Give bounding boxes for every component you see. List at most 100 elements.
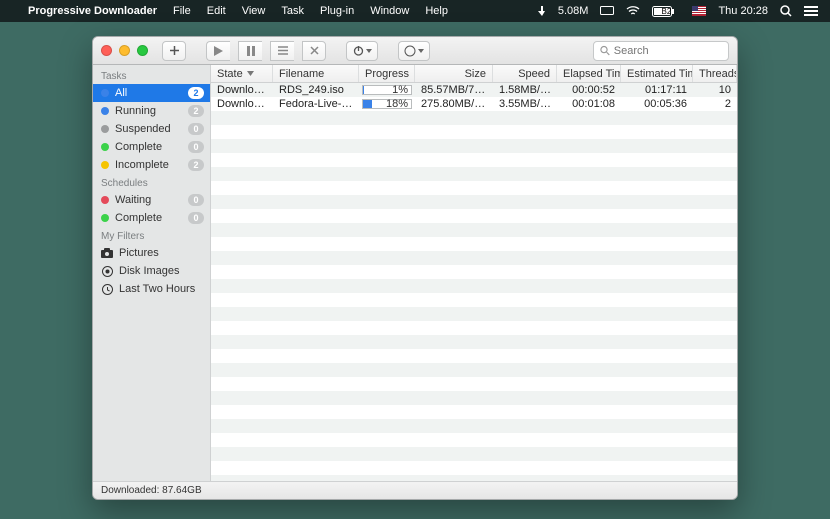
- sidebar-item[interactable]: Pictures: [93, 244, 210, 262]
- table-row[interactable]: [211, 279, 737, 293]
- download-indicator-icon[interactable]: [538, 6, 546, 16]
- table-row[interactable]: [211, 363, 737, 377]
- sidebar-item-label: Suspended: [115, 123, 182, 135]
- status-dot-icon: [101, 214, 109, 222]
- speed-dropdown[interactable]: [398, 41, 430, 61]
- start-button[interactable]: [206, 41, 230, 61]
- traffic-lights: [101, 45, 148, 56]
- disk-icon: [101, 265, 113, 277]
- status-dot-icon: [101, 89, 109, 97]
- add-button[interactable]: [162, 41, 186, 61]
- spotlight-icon[interactable]: [780, 5, 792, 17]
- app-name[interactable]: Progressive Downloader: [28, 5, 157, 17]
- remove-button[interactable]: [302, 41, 326, 61]
- table-row[interactable]: [211, 223, 737, 237]
- sidebar-item-label: Running: [115, 105, 182, 117]
- sidebar-section-header: Tasks: [93, 67, 210, 84]
- sidebar: TasksAll2Running2Suspended0Complete0Inco…: [93, 65, 211, 481]
- menu-edit[interactable]: Edit: [207, 5, 226, 17]
- search-field[interactable]: [593, 41, 729, 61]
- sidebar-item-label: Last Two Hours: [119, 283, 204, 295]
- menu-file[interactable]: File: [173, 5, 191, 17]
- table-row[interactable]: DownloadingRDS_249.iso1%85.57MB/7.3…1.58…: [211, 83, 737, 97]
- table-row[interactable]: [211, 321, 737, 335]
- menu-task[interactable]: Task: [281, 5, 304, 17]
- status-dot-icon: [101, 196, 109, 204]
- queue-button[interactable]: [270, 41, 294, 61]
- sidebar-item[interactable]: Suspended0: [93, 120, 210, 138]
- clock[interactable]: Thu 20:28: [718, 5, 768, 17]
- download-rate: 5.08M: [558, 5, 589, 17]
- sidebar-item[interactable]: Disk Images: [93, 262, 210, 280]
- table-row[interactable]: [211, 139, 737, 153]
- downloads-table[interactable]: DownloadingRDS_249.iso1%85.57MB/7.3…1.58…: [211, 83, 737, 481]
- sidebar-item-label: Pictures: [119, 247, 204, 259]
- table-row[interactable]: [211, 419, 737, 433]
- sidebar-item[interactable]: Waiting 0: [93, 191, 210, 209]
- search-icon: [600, 45, 610, 56]
- sidebar-item-label: Disk Images: [119, 265, 204, 277]
- table-row[interactable]: DownloadingFedora-Live-Workstation-x86_6…: [211, 97, 737, 111]
- sidebar-item[interactable]: Last Two Hours: [93, 280, 210, 298]
- table-row[interactable]: [211, 349, 737, 363]
- table-row[interactable]: [211, 391, 737, 405]
- menu-plugin[interactable]: Plug-in: [320, 5, 354, 17]
- search-input[interactable]: [614, 45, 722, 57]
- table-row[interactable]: [211, 251, 737, 265]
- menu-window[interactable]: Window: [370, 5, 409, 17]
- count-badge: 0: [188, 141, 204, 153]
- sidebar-item-label: Incomplete: [115, 159, 182, 171]
- count-badge: 2: [188, 87, 204, 99]
- table-row[interactable]: [211, 125, 737, 139]
- main-panel: State Filename Progress Size Speed Elaps…: [211, 65, 737, 481]
- menu-extras-icon[interactable]: [804, 6, 818, 16]
- count-badge: 0: [188, 194, 204, 206]
- table-row[interactable]: [211, 377, 737, 391]
- sidebar-item-label: Complete: [115, 141, 182, 153]
- minimize-button[interactable]: [119, 45, 130, 56]
- table-row[interactable]: [211, 293, 737, 307]
- column-headers[interactable]: State Filename Progress Size Speed Elaps…: [211, 65, 737, 83]
- app-window: TasksAll2Running2Suspended0Complete0Inco…: [92, 36, 738, 500]
- table-row[interactable]: [211, 405, 737, 419]
- table-row[interactable]: [211, 307, 737, 321]
- sidebar-item[interactable]: Incomplete 2: [93, 156, 210, 174]
- status-dot-icon: [101, 125, 109, 133]
- sidebar-item[interactable]: All2: [93, 84, 210, 102]
- table-row[interactable]: [211, 447, 737, 461]
- table-row[interactable]: [211, 209, 737, 223]
- sidebar-item[interactable]: Running 2: [93, 102, 210, 120]
- window-titlebar[interactable]: [93, 37, 737, 65]
- count-badge: 0: [188, 212, 204, 224]
- count-badge: 2: [188, 159, 204, 171]
- sidebar-item-label: Waiting: [115, 194, 182, 206]
- system-menubar: Progressive Downloader File Edit View Ta…: [0, 0, 830, 22]
- count-badge: 2: [188, 105, 204, 117]
- table-row[interactable]: [211, 153, 737, 167]
- menu-view[interactable]: View: [242, 5, 266, 17]
- table-row[interactable]: [211, 335, 737, 349]
- table-row[interactable]: [211, 111, 737, 125]
- sidebar-item[interactable]: Complete 0: [93, 138, 210, 156]
- table-row[interactable]: [211, 265, 737, 279]
- table-row[interactable]: [211, 461, 737, 475]
- monitor-icon[interactable]: [600, 6, 614, 16]
- power-dropdown[interactable]: [346, 41, 378, 61]
- table-row[interactable]: [211, 181, 737, 195]
- status-dot-icon: [101, 143, 109, 151]
- status-bar: Downloaded: 87.64GB: [93, 481, 737, 499]
- table-row[interactable]: [211, 195, 737, 209]
- sidebar-item[interactable]: Complete 0: [93, 209, 210, 227]
- clock-icon: [101, 283, 113, 295]
- table-row[interactable]: [211, 167, 737, 181]
- table-row[interactable]: [211, 237, 737, 251]
- pause-button[interactable]: [238, 41, 262, 61]
- flag-icon[interactable]: [692, 6, 706, 16]
- sidebar-section-header: My Filters: [93, 227, 210, 244]
- sidebar-item-label: Complete: [115, 212, 182, 224]
- close-button[interactable]: [101, 45, 112, 56]
- menu-help[interactable]: Help: [425, 5, 448, 17]
- zoom-button[interactable]: [137, 45, 148, 56]
- table-row[interactable]: [211, 433, 737, 447]
- wifi-icon[interactable]: [626, 6, 640, 16]
